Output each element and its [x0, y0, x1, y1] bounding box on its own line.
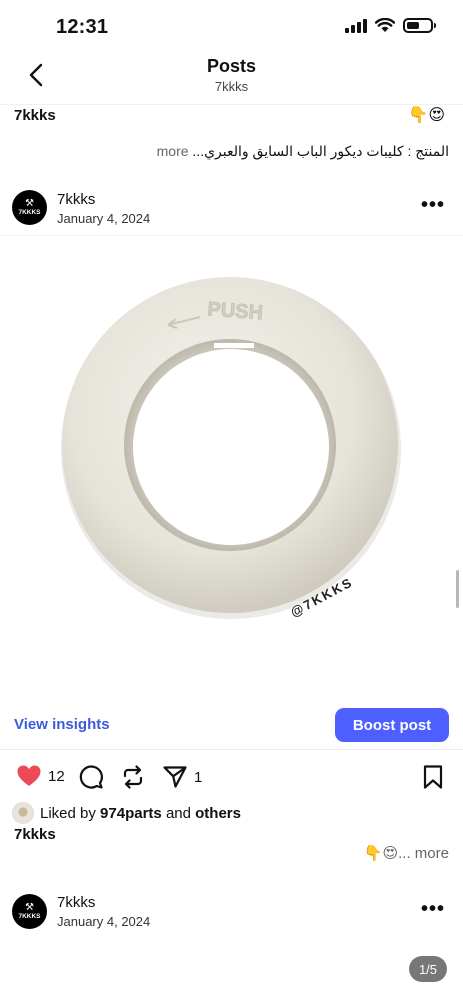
avatar-text: 7KKKS — [18, 209, 41, 217]
tools-icon: ⚒ — [25, 198, 34, 210]
caption-more-link[interactable]: 👇😍... more — [364, 844, 449, 862]
post-date: January 4, 2024 — [57, 211, 151, 226]
more-options-icon[interactable]: ••• — [421, 898, 445, 921]
next-post-date: January 4, 2024 — [57, 914, 151, 929]
heart-icon[interactable] — [16, 764, 42, 788]
post-header: ⚒ 7KKKS 7kkks January 4, 2024 ••• — [0, 186, 463, 236]
caption-text: المنتج : كليبات ديكور الباب السايق والعب… — [192, 143, 449, 159]
ring-push-text: PUSH — [207, 298, 264, 324]
share-action[interactable]: 1 — [162, 764, 202, 790]
status-icons — [345, 18, 436, 33]
send-icon[interactable] — [162, 764, 188, 790]
post-image[interactable]: PUSH @7KKKS — [0, 237, 463, 699]
bookmark-icon[interactable] — [422, 764, 444, 790]
previous-post-caption: 7kkks 👇😍 more المنتج : كليبات ديكور البا… — [0, 104, 463, 159]
previous-post-emoji: 👇😍 — [408, 107, 445, 124]
tools-icon: ⚒ — [25, 902, 34, 914]
page-title: Posts — [206, 56, 257, 76]
scroll-indicator[interactable] — [456, 570, 459, 608]
caption-username[interactable]: 7kkks — [14, 826, 56, 843]
more-options-icon[interactable]: ••• — [421, 194, 445, 217]
cellular-signal-icon — [345, 18, 367, 33]
repost-icon[interactable] — [120, 764, 146, 790]
page-subtitle: 7kkks — [214, 79, 249, 94]
carousel-page-indicator: 1/5 — [409, 956, 447, 982]
liked-by-row[interactable]: Liked by 974parts and others — [12, 802, 241, 824]
view-insights-link[interactable]: View insights — [14, 716, 110, 733]
liked-by-user[interactable]: 974parts — [100, 805, 162, 822]
comment-icon[interactable] — [78, 764, 104, 790]
status-bar: 12:31 — [0, 0, 463, 52]
wifi-icon — [375, 18, 395, 32]
status-time: 12:31 — [56, 16, 109, 38]
post-username[interactable]: 7kkks — [57, 191, 95, 208]
liked-by-prefix: Liked by — [40, 804, 96, 822]
liked-by-and: and — [165, 804, 191, 822]
post-actions: 12 1 — [0, 760, 463, 794]
shares-count[interactable]: 1 — [194, 769, 202, 786]
avatar[interactable]: ⚒ 7KKKS — [12, 190, 47, 225]
back-chevron-icon[interactable] — [22, 60, 52, 90]
like-action[interactable]: 12 — [16, 764, 65, 788]
avatar-text: 7KKKS — [18, 913, 41, 921]
liker-avatar[interactable] — [12, 802, 34, 824]
previous-post-caption-text: more المنتج : كليبات ديكور الباب السايق … — [157, 143, 449, 160]
liked-by-others[interactable]: others — [195, 805, 241, 822]
liked-by-text: Liked by 974parts and others — [40, 805, 241, 822]
nav-header: Posts 7kkks — [0, 52, 463, 102]
boost-post-button[interactable]: Boost post — [335, 708, 449, 742]
next-post-avatar[interactable]: ⚒ 7KKKS — [12, 894, 47, 929]
insights-row: View insights Boost post — [0, 700, 463, 750]
battery-icon — [403, 18, 436, 33]
next-post-username[interactable]: 7kkks — [57, 894, 95, 911]
previous-post-username[interactable]: 7kkks — [14, 107, 56, 124]
more-link[interactable]: more — [157, 143, 189, 159]
next-post-header: ⚒ 7KKKS 7kkks January 4, 2024 ••• — [0, 888, 463, 938]
door-clip-ring-image: PUSH @7KKKS — [61, 277, 401, 620]
likes-count[interactable]: 12 — [48, 768, 65, 785]
